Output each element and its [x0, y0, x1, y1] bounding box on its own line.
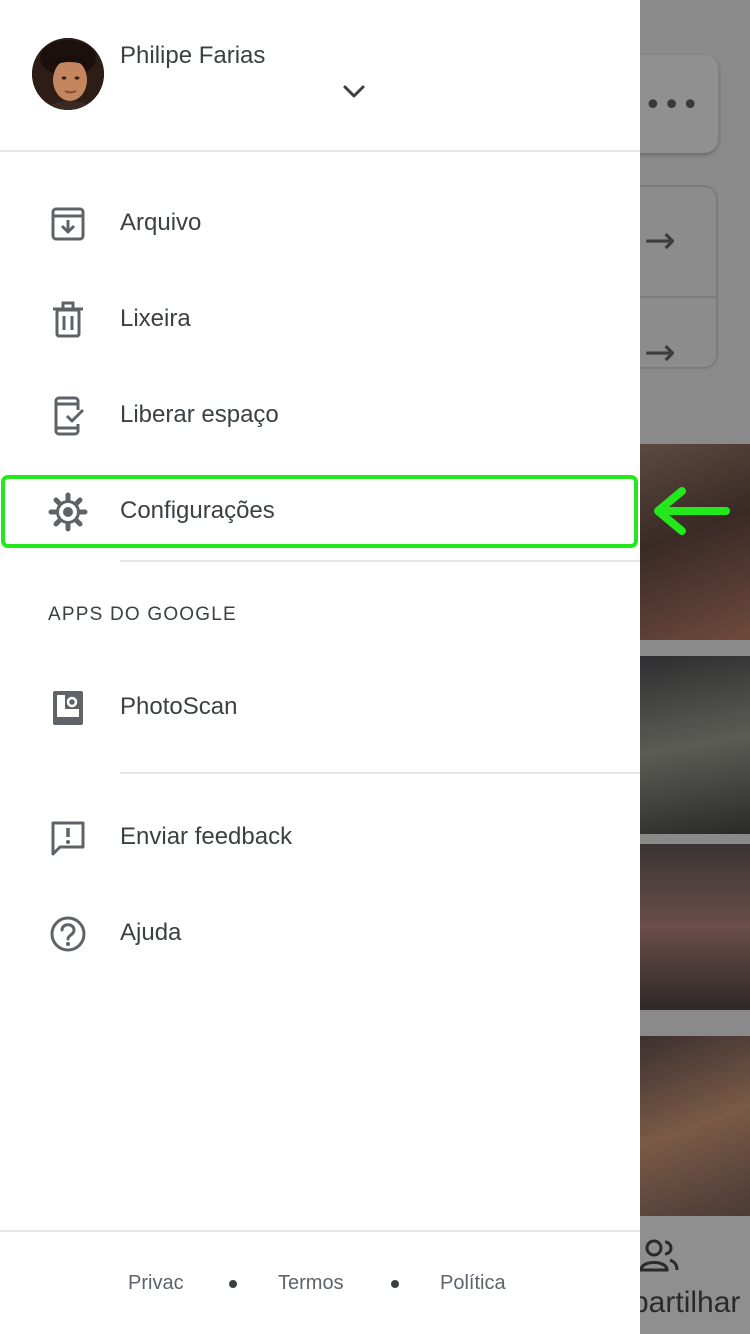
terms-link[interactable]: Termos	[278, 1272, 344, 1295]
footer-separator	[391, 1280, 399, 1288]
background-photo	[640, 1036, 750, 1216]
background-photo	[640, 444, 750, 640]
phone-check-icon	[54, 396, 85, 436]
feedback-icon	[51, 821, 85, 856]
arrow-right-icon: →	[644, 330, 676, 374]
drawer-footer: Privac Termos Política	[0, 1230, 640, 1334]
arrow-left-icon	[654, 487, 730, 535]
help-icon	[50, 916, 86, 952]
archive-icon	[51, 207, 85, 241]
privacy-link[interactable]: Privac	[128, 1272, 184, 1295]
background-photo	[640, 656, 750, 834]
avatar[interactable]	[32, 38, 104, 110]
account-header: Philipe Farias	[0, 0, 640, 152]
background-photo	[640, 844, 750, 1010]
menu-item-label: Ajuda	[120, 919, 182, 946]
menu-item-free-up-space[interactable]: Liberar espaço	[0, 378, 640, 454]
divider	[120, 560, 640, 562]
arrow-right-icon: →	[644, 218, 676, 262]
background-photo-grid	[640, 444, 750, 1216]
menu-item-label: Enviar feedback	[120, 823, 293, 850]
more-options-icon: •••	[644, 88, 701, 123]
menu-item-label: Arquivo	[120, 209, 202, 236]
people-icon	[639, 1239, 679, 1272]
footer-separator	[229, 1280, 237, 1288]
navigation-drawer: Philipe Farias Arquivo Lixeira Liberar e…	[0, 0, 640, 1334]
chevron-down-icon[interactable]	[340, 80, 368, 104]
menu-item-help[interactable]: Ajuda	[0, 896, 640, 972]
policy-link[interactable]: Política	[440, 1272, 506, 1295]
menu-item-label: Lixeira	[120, 305, 191, 332]
menu-item-label: Liberar espaço	[120, 401, 279, 428]
share-tab-label: partilhar	[632, 1286, 741, 1319]
menu-item-label: PhotoScan	[120, 693, 238, 720]
menu-item-trash[interactable]: Lixeira	[0, 282, 640, 358]
section-header-google-apps: APPS DO GOOGLE	[48, 604, 237, 625]
menu-item-archive[interactable]: Arquivo	[0, 186, 640, 262]
menu-item-photoscan[interactable]: PhotoScan	[0, 670, 640, 746]
trash-icon	[53, 301, 83, 338]
highlight-box	[1, 475, 638, 548]
photoscan-icon	[53, 691, 83, 725]
account-name: Philipe Farias	[120, 42, 266, 69]
divider	[120, 772, 640, 774]
menu-item-send-feedback[interactable]: Enviar feedback	[0, 800, 640, 876]
avatar-photo	[32, 38, 104, 110]
